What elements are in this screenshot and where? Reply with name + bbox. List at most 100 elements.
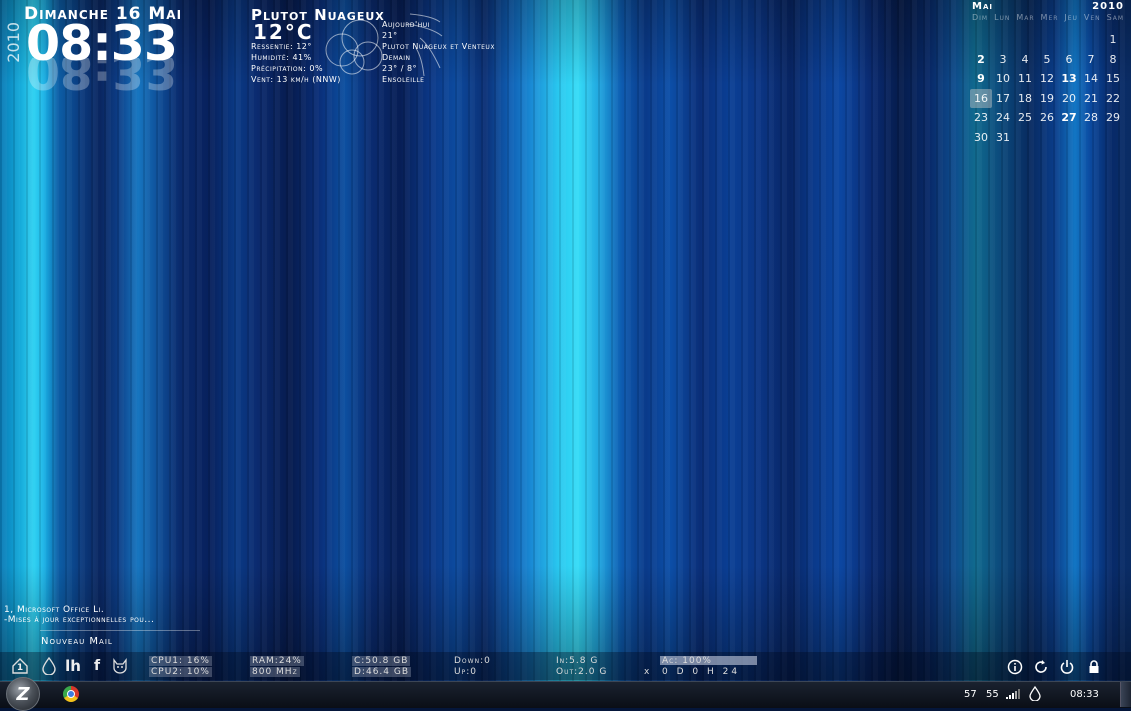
weekday: Mar (1016, 13, 1035, 22)
calendar-day[interactable]: 30 (970, 128, 992, 148)
network-out-total: Out:2.0 G (556, 667, 608, 677)
calendar-year: 2010 (1092, 1, 1124, 12)
calendar-empty-cell (1014, 30, 1036, 50)
calendar-header: Mai 2010 (972, 1, 1124, 12)
calendar-day[interactable]: 2 (970, 50, 992, 70)
battery-stats: Ac: 100% (662, 656, 712, 667)
calendar-day[interactable]: 28 (1080, 108, 1102, 128)
weekday: Mer (1040, 13, 1059, 22)
calendar-day[interactable]: 26 (1036, 108, 1058, 128)
ram-stats: RAM:24% 800 MHz (250, 656, 304, 678)
calendar-grid: 1 2 3 4 5 6 7 8 9 10 11 12 13 14 15 16 17 18 19 20 21 22 23 24 2… (970, 30, 1126, 147)
network-in-total: In:5.8 G (556, 656, 599, 666)
calendar-day[interactable]: 8 (1102, 50, 1124, 70)
chrome-icon[interactable] (63, 686, 79, 702)
weekday: Dim (972, 13, 989, 22)
lock-icon[interactable] (1086, 659, 1102, 675)
tray-value-2: 55 (986, 689, 999, 700)
calendar-day[interactable]: 7 (1080, 50, 1102, 70)
forecast-today-label: Aujourd'hui (382, 20, 430, 29)
clock-year: 2010 (4, 22, 23, 63)
weekday: Sam (1106, 13, 1124, 22)
calendar-day[interactable]: 12 (1036, 69, 1058, 89)
taskbar-clock[interactable]: 08:33 (1070, 689, 1099, 700)
info-icon[interactable] (1007, 659, 1023, 675)
water-drop-icon[interactable] (40, 657, 58, 675)
ram-usage: RAM:24% (250, 656, 304, 666)
news-item-title[interactable]: 1, Microsoft Office Li. (4, 605, 154, 615)
forecast-tomorrow-label: Demain (382, 53, 411, 62)
cpu-frequency: 800 MHz (250, 667, 300, 677)
weather-details: Ressentie: 12° Humidité: 41% Précipitati… (251, 41, 341, 85)
forecast-tomorrow-temp: 23° / 8° (382, 64, 418, 73)
uptime-close[interactable]: x (644, 667, 650, 678)
calendar-day[interactable]: 27 (1058, 108, 1080, 128)
calendar-day[interactable]: 23 (970, 108, 992, 128)
calendar-empty-cell (970, 30, 992, 50)
calendar-day[interactable]: 31 (992, 128, 1014, 148)
calendar-empty-cell (992, 30, 1014, 50)
news-feed[interactable]: 1, Microsoft Office Li. -Mises à jour ex… (4, 605, 154, 625)
calendar-weekdays: Dim Lun Mar Mer Jeu Ven Sam (972, 13, 1124, 22)
network-totals: In:5.8 G Out:2.0 G (556, 656, 607, 678)
calendar-day[interactable]: 24 (992, 108, 1014, 128)
new-mail-link[interactable]: Nouveau Mail (41, 636, 113, 647)
cat-shape (113, 658, 127, 674)
show-desktop-button[interactable] (1120, 682, 1131, 707)
calendar-day[interactable]: 9 (970, 69, 992, 89)
calendar-day[interactable]: 29 (1102, 108, 1124, 128)
disk-stats: C:50.8 GB D:46.4 GB (352, 656, 412, 678)
water-drop-tray-icon[interactable] (1029, 686, 1041, 701)
calendar-day[interactable]: 25 (1014, 108, 1036, 128)
cpu1-usage: CPU1: 16% (149, 656, 212, 666)
news-divider (40, 630, 200, 631)
restart-icon[interactable] (1033, 659, 1049, 675)
calendar-day[interactable]: 4 (1014, 50, 1036, 70)
start-button[interactable]: Z (6, 677, 40, 711)
calendar-day[interactable]: 18 (1014, 89, 1036, 109)
lifehacker-icon[interactable]: lh (64, 657, 82, 675)
calendar-day[interactable]: 3 (992, 50, 1014, 70)
calendar-month: Mai (972, 1, 993, 12)
news-item-subtitle[interactable]: -Mises à jour exceptionnelles pou... (4, 615, 154, 625)
calendar-day[interactable]: 14 (1080, 69, 1102, 89)
calendar-day[interactable]: 20 (1058, 89, 1080, 109)
download-speed: Down:0 (454, 656, 491, 666)
calendar-day[interactable]: 16 (970, 88, 992, 108)
calendar-empty-cell (1058, 30, 1080, 50)
clock-time-reflection: 08:33 (26, 58, 177, 98)
forecast-today-temp: 21° (382, 31, 398, 40)
calendar-day[interactable]: 19 (1036, 89, 1058, 109)
cpu-stats: CPU1: 16% CPU2: 10% (149, 656, 212, 678)
calendar-day[interactable]: 6 (1058, 50, 1080, 70)
network-speed: Down:0 Up:0 (454, 656, 491, 678)
forecast-tomorrow-desc: Ensoleille (382, 75, 425, 84)
calendar-day[interactable]: 13 (1058, 69, 1080, 89)
home-icon[interactable]: 1 (11, 657, 29, 675)
disk-d-free: D:46.4 GB (352, 667, 412, 677)
calendar-day[interactable]: 21 (1080, 89, 1102, 109)
calendar-day[interactable]: 15 (1102, 69, 1124, 89)
calendar-day[interactable]: 5 (1036, 50, 1058, 70)
start-logo: Z (16, 683, 30, 705)
facebook-icon[interactable]: f (88, 657, 106, 675)
calendar-day[interactable]: 22 (1102, 89, 1124, 109)
power-icon[interactable] (1059, 659, 1075, 675)
calendar-day[interactable]: 1 (1102, 30, 1124, 50)
calendar-empty-cell (1036, 30, 1058, 50)
tray-value-1: 57 (964, 689, 977, 700)
cpu2-usage: CPU2: 10% (149, 667, 212, 677)
weather-humidity: Humidité: 41% (251, 53, 312, 62)
cat-face-icon[interactable] (111, 657, 129, 675)
calendar-day[interactable]: 11 (1014, 69, 1036, 89)
uptime: 0 D 0 H 24 (662, 667, 741, 677)
calendar-day[interactable]: 10 (992, 69, 1014, 89)
weekday: Ven (1083, 13, 1101, 22)
home-badge: 1 (16, 663, 24, 673)
weekday: Lun (994, 13, 1011, 22)
calendar-day[interactable]: 17 (992, 89, 1014, 109)
wallpaper-stripes (0, 0, 1131, 707)
signal-bars-icon[interactable] (1006, 689, 1020, 699)
upload-speed: Up:0 (454, 667, 477, 677)
drop-shape (42, 657, 56, 675)
